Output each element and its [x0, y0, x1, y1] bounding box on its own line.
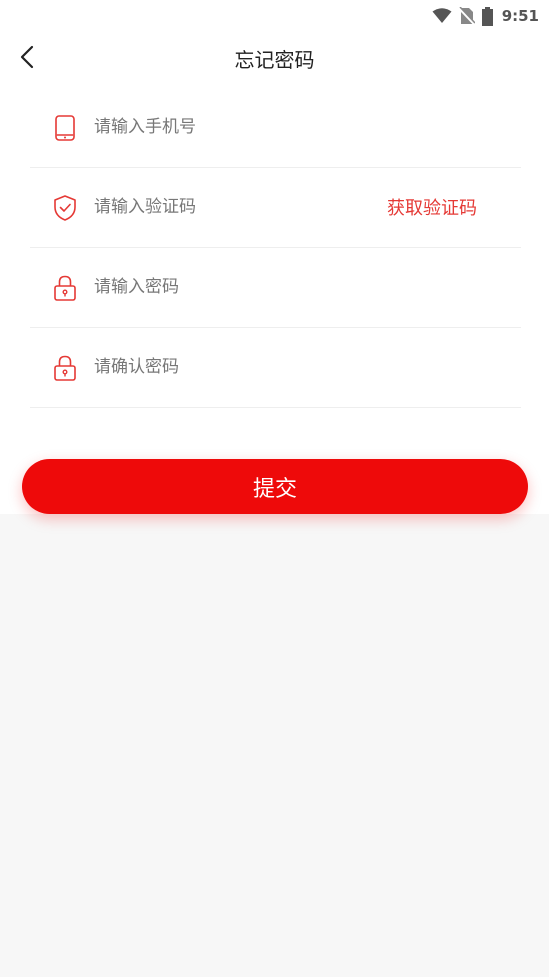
- password-row: [30, 248, 521, 328]
- password-input[interactable]: [94, 272, 364, 302]
- phone-input[interactable]: [94, 112, 364, 142]
- get-code-button[interactable]: 获取验证码: [387, 194, 477, 220]
- code-input[interactable]: [94, 192, 364, 222]
- lock-icon: [52, 354, 78, 382]
- status-bar: 9:51: [0, 0, 549, 32]
- submit-button[interactable]: 提交: [22, 459, 528, 514]
- shield-icon: [52, 194, 78, 222]
- header: 忘记密码: [0, 32, 549, 82]
- phone-row: [30, 88, 521, 168]
- confirm-password-row: [30, 328, 521, 408]
- phone-icon: [52, 114, 78, 142]
- status-time: 9:51: [501, 7, 539, 25]
- forgot-password-form: 获取验证码: [0, 88, 549, 408]
- confirm-password-input[interactable]: [94, 352, 364, 382]
- battery-icon: [481, 6, 493, 26]
- wifi-icon: [432, 8, 452, 23]
- code-row: 获取验证码: [30, 168, 521, 248]
- no-sim-icon: [458, 7, 475, 25]
- lock-icon: [52, 274, 78, 302]
- page-title: 忘记密码: [234, 48, 315, 72]
